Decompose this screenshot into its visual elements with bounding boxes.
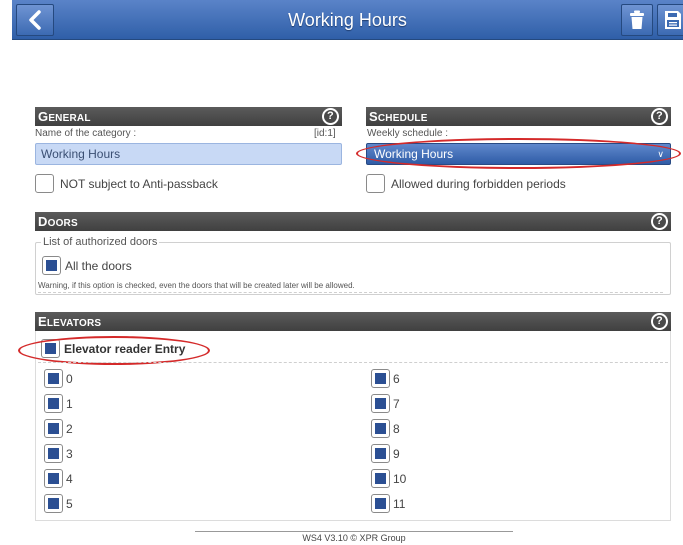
floor-checkbox[interactable]: [371, 469, 390, 488]
floor-label: 11: [393, 497, 406, 511]
doors-heading-rest: OORS: [47, 218, 78, 229]
floor-checkbox[interactable]: [44, 469, 63, 488]
elevators-heading-rest: LEVATORS: [46, 318, 102, 329]
elevator-reader-entry-label: Elevator reader Entry: [64, 342, 186, 356]
weekly-schedule-select[interactable]: Working Hours ∨: [366, 143, 671, 165]
divider: [38, 362, 668, 363]
back-button[interactable]: [16, 4, 54, 36]
delete-button[interactable]: [621, 4, 653, 36]
save-button[interactable]: [657, 4, 683, 36]
schedule-section-header: SCHEDULE ?: [366, 107, 671, 126]
general-heading-rest: ENERAL: [48, 113, 91, 124]
floor-checkbox[interactable]: [371, 369, 390, 388]
floor-checkbox[interactable]: [371, 494, 390, 513]
floor-label: 4: [66, 472, 73, 486]
floor-checkbox[interactable]: [44, 394, 63, 413]
floor-label: 0: [66, 372, 73, 386]
general-section-header: GENERAL ?: [35, 107, 342, 126]
floor-label: 1: [66, 397, 73, 411]
weekly-schedule-value: Working Hours: [374, 147, 454, 161]
save-icon: [665, 11, 681, 29]
elevators-panel: [35, 331, 671, 521]
help-icon[interactable]: ?: [651, 213, 668, 230]
floor-checkbox[interactable]: [371, 444, 390, 463]
floor-label: 9: [393, 447, 400, 461]
doors-section-header: DOORS ?: [35, 212, 671, 231]
elevator-reader-entry-checkbox[interactable]: [41, 339, 60, 358]
floor-label: 3: [66, 447, 73, 461]
floor-label: 7: [393, 397, 400, 411]
floor-checkbox[interactable]: [44, 444, 63, 463]
doors-warning-text: Warning, if this option is checked, even…: [38, 281, 355, 290]
floor-label: 6: [393, 372, 400, 386]
all-doors-label: All the doors: [65, 259, 132, 273]
schedule-heading-rest: CHEDULE: [377, 113, 428, 124]
top-bar: Working Hours: [12, 0, 683, 40]
forbidden-periods-checkbox[interactable]: [366, 174, 385, 193]
floor-checkbox[interactable]: [371, 394, 390, 413]
chevron-left-icon: [29, 10, 41, 30]
weekly-schedule-label: Weekly schedule :: [367, 128, 448, 139]
category-name-input[interactable]: Working Hours: [35, 143, 342, 165]
all-doors-checkbox[interactable]: [42, 256, 61, 275]
category-id-label: [id:1]: [314, 128, 336, 139]
page-title: Working Hours: [288, 10, 407, 30]
floor-checkbox[interactable]: [44, 494, 63, 513]
doors-heading-initial: D: [38, 214, 48, 229]
elevators-section-header: ELEVATORS ?: [35, 312, 671, 331]
chevron-down-icon: ∨: [657, 149, 664, 159]
floor-label: 2: [66, 422, 73, 436]
divider: [38, 292, 663, 293]
elevators-heading-initial: E: [38, 314, 47, 329]
floor-label: 8: [393, 422, 400, 436]
trash-icon: [630, 10, 644, 29]
help-icon[interactable]: ?: [651, 313, 668, 330]
general-heading-initial: G: [38, 109, 49, 124]
anti-passback-label: NOT subject to Anti-passback: [60, 177, 218, 191]
floor-checkbox[interactable]: [44, 369, 63, 388]
authorized-doors-legend: List of authorized doors: [41, 236, 160, 248]
anti-passback-checkbox[interactable]: [35, 174, 54, 193]
schedule-heading-initial: S: [369, 109, 378, 124]
help-icon[interactable]: ?: [322, 108, 339, 125]
help-icon[interactable]: ?: [651, 108, 668, 125]
floor-checkbox[interactable]: [44, 419, 63, 438]
category-name-label: Name of the category :: [35, 128, 137, 139]
footer-divider: [195, 531, 513, 532]
floor-checkbox[interactable]: [371, 419, 390, 438]
floor-label: 5: [66, 497, 73, 511]
footer-text: WS4 V3.10 © XPR Group: [302, 533, 406, 543]
forbidden-periods-label: Allowed during forbidden periods: [391, 177, 566, 191]
floor-label: 10: [393, 472, 407, 486]
